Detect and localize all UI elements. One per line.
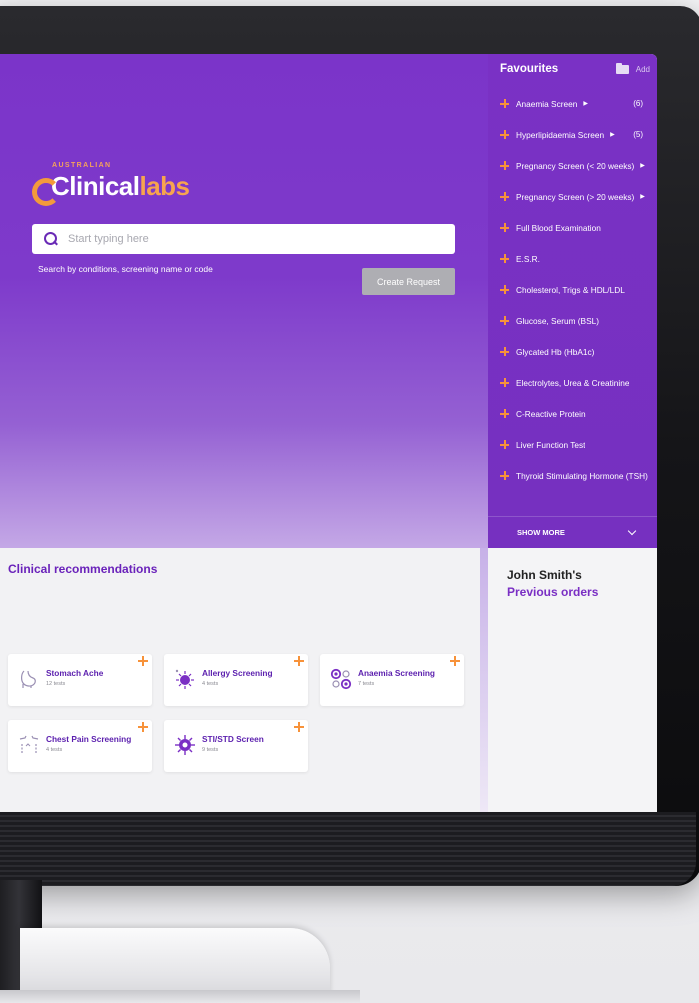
favourites-header: Favourites Add [500,62,650,75]
favourite-item[interactable]: Glycated Hb (HbA1c) [500,336,657,367]
favourite-item[interactable]: Hyperlipidaemia Screen ▶ (5) [500,119,657,150]
expand-arrow-icon[interactable]: ▶ [583,100,588,107]
add-favourite-link[interactable]: Add [636,65,650,74]
expand-arrow-icon[interactable]: ▶ [640,193,645,200]
clinical-recommendations-panel: Clinical recommendations Stomach Ache 12 … [0,548,480,812]
favourite-item-label: Thyroid Stimulating Hormone (TSH) [516,470,648,481]
plus-icon[interactable] [500,285,509,294]
card-title: STI/STD Screen [202,734,264,744]
show-more-label: SHOW MORE [517,528,565,537]
card-test-count: 12 tests [46,681,66,687]
create-request-button[interactable]: Create Request [362,268,455,295]
favourite-item-label: Glycated Hb (HbA1c) [516,346,595,357]
chevron-down-icon [627,526,637,535]
plus-icon[interactable] [500,254,509,263]
previous-orders-link[interactable]: Previous orders [507,585,598,599]
plus-icon[interactable] [500,192,509,201]
favourite-item-label: Full Blood Examination [516,222,601,233]
card-title: Allergy Screening [202,668,273,678]
recommendation-card[interactable]: Allergy Screening 4 tests [164,654,308,706]
recommendation-card[interactable]: Anaemia Screening 7 tests [320,654,464,706]
stand-shadow [0,990,360,1003]
favourite-item-label: Electrolytes, Urea & Creatinine [516,377,630,388]
recommendation-card[interactable]: Stomach Ache 12 tests [8,654,152,706]
expand-arrow-icon[interactable]: ▶ [610,131,615,138]
card-title: Chest Pain Screening [46,734,132,744]
favourite-item[interactable]: Anaemia Screen ▶ (6) [500,88,657,119]
favourite-item[interactable]: Cholesterol, Trigs & HDL/LDL [500,274,657,305]
blood-cells-icon [330,668,352,690]
expand-arrow-icon[interactable]: ▶ [640,162,645,169]
patient-name: John Smith's [507,568,582,582]
plus-icon[interactable] [500,378,509,387]
recommendation-card[interactable]: STI/STD Screen 9 tests [164,720,308,772]
favourite-item-label: Glucose, Serum (BSL) [516,315,599,326]
show-more-button[interactable]: SHOW MORE [488,516,657,548]
plus-icon[interactable] [500,161,509,170]
favourite-item[interactable]: C-Reactive Protein [500,398,657,429]
plus-icon[interactable] [500,99,509,108]
favourites-title: Favourites [500,63,559,75]
logo-top-text: AUSTRALIAN [52,162,112,169]
favourite-item-label: Hyperlipidaemia Screen [516,129,605,140]
plus-icon[interactable] [500,347,509,356]
card-title: Stomach Ache [46,668,104,678]
add-plus-icon[interactable] [450,656,460,666]
card-test-count: 4 tests [46,747,63,753]
add-plus-icon[interactable] [294,656,304,666]
plus-icon[interactable] [500,409,509,418]
favourite-item-count: (6) [633,99,643,108]
chest-icon [18,734,40,756]
monitor-screen: AUSTRALIAN Clinicallabs Search by condit… [0,54,657,812]
favourite-item-label: Cholesterol, Trigs & HDL/LDL [516,284,625,295]
search-icon [44,232,58,246]
favourite-item-label: Liver Function Test [516,439,586,450]
recommendation-card[interactable]: Chest Pain Screening 4 tests [8,720,152,772]
plus-icon[interactable] [500,316,509,325]
favourite-item[interactable]: Pregnancy Screen (> 20 weeks) ▶ [500,181,657,212]
favourite-item-label: E.S.R. [516,253,540,264]
card-test-count: 7 tests [358,681,375,687]
favourite-item-count: (5) [633,130,643,139]
allergy-icon [174,668,196,690]
plus-icon[interactable] [500,130,509,139]
favourite-item[interactable]: Electrolytes, Urea & Creatinine [500,367,657,398]
favourite-item-label: C-Reactive Protein [516,408,586,419]
monitor-bezel-bottom [0,812,696,886]
add-plus-icon[interactable] [138,656,148,666]
logo-word-labs: labs [139,171,190,201]
favourite-item[interactable]: Thyroid Stimulating Hormone (TSH) [500,460,657,491]
favourite-item[interactable]: E.S.R. [500,243,657,274]
favourite-item-label: Pregnancy Screen (< 20 weeks) [516,160,635,171]
favourite-item-label: Pregnancy Screen (> 20 weeks) [516,191,635,202]
search-hint: Search by conditions, screening name or … [38,264,213,274]
plus-icon[interactable] [500,440,509,449]
favourite-item[interactable]: Full Blood Examination [500,212,657,243]
logo-mark-icon [32,176,60,206]
search-input[interactable] [68,233,455,245]
plus-icon[interactable] [500,471,509,480]
add-plus-icon[interactable] [138,722,148,732]
clinicalabs-logo[interactable]: AUSTRALIAN Clinical labs [32,162,190,206]
previous-orders-panel: John Smith's Previous orders [488,548,657,812]
plus-icon[interactable] [500,223,509,232]
folder-icon[interactable] [615,62,629,74]
favourites-list: Anaemia Screen ▶ (6) Hyperlipidaemia Screen… [500,88,657,491]
search-bar[interactable] [32,224,455,254]
card-test-count: 9 tests [202,747,219,753]
recommendations-title: Clinical recommendations [8,562,158,576]
hero-section: AUSTRALIAN Clinicallabs Search by condit… [0,54,488,548]
panel-divider [480,548,488,812]
favourite-item[interactable]: Pregnancy Screen (< 20 weeks) ▶ [500,150,657,181]
add-plus-icon[interactable] [294,722,304,732]
card-test-count: 4 tests [202,681,219,687]
favourite-item[interactable]: Liver Function Test [500,429,657,460]
favourite-item-label: Anaemia Screen [516,98,578,109]
card-title: Anaemia Screening [358,668,436,678]
virus-icon [174,734,196,756]
stomach-icon [18,668,40,690]
logo-word-clinical: Clinical [51,171,140,201]
favourite-item[interactable]: Glucose, Serum (BSL) [500,305,657,336]
